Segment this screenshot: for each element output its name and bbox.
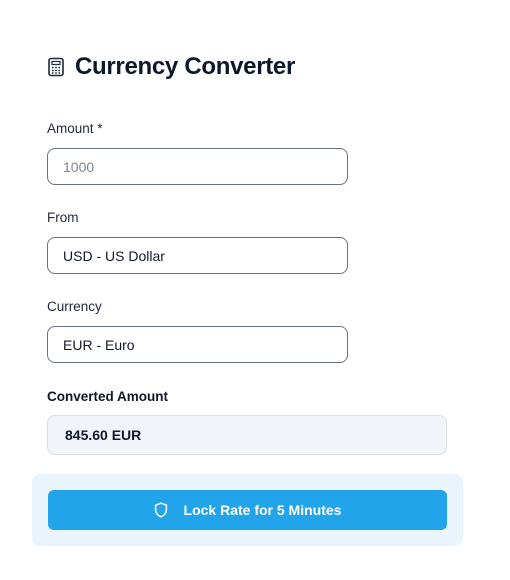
to-currency-value: EUR - Euro [63, 336, 135, 353]
page-header: Currency Converter [47, 52, 295, 82]
shield-icon [154, 502, 168, 518]
from-currency-select[interactable]: USD - US Dollar [47, 237, 348, 274]
from-label: From [47, 210, 79, 225]
amount-label: Amount * [47, 121, 103, 136]
to-currency-select[interactable]: EUR - Euro [47, 326, 348, 363]
from-currency-value: USD - US Dollar [63, 247, 165, 264]
calculator-icon [47, 57, 65, 77]
converted-amount-display: 845.60 EUR [47, 415, 447, 455]
amount-input[interactable] [63, 158, 347, 175]
lock-rate-button[interactable]: Lock Rate for 5 Minutes [48, 490, 447, 530]
amount-field[interactable] [47, 148, 348, 185]
to-currency-label: Currency [47, 299, 102, 314]
page-title: Currency Converter [75, 53, 296, 80]
converted-amount-label: Converted Amount [47, 389, 168, 404]
lock-rate-label: Lock Rate for 5 Minutes [183, 502, 342, 518]
converted-amount-value: 845.60 EUR [65, 427, 142, 443]
